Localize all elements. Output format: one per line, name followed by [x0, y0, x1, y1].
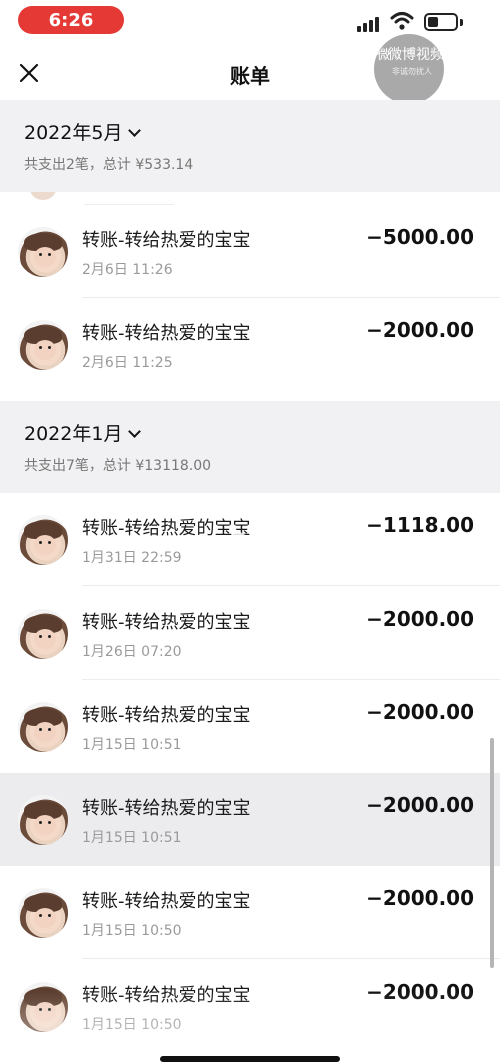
transaction-time: 1月15日 10:51: [82, 830, 182, 846]
avatar: [18, 702, 68, 752]
row-divider: [82, 585, 500, 586]
status-time: 6:26: [18, 6, 124, 34]
battery-tip: [460, 19, 463, 26]
battery-icon: [424, 13, 458, 31]
transaction-title: 转账-转给热爱的宝宝: [82, 891, 251, 912]
scrollbar[interactable]: [490, 738, 494, 968]
transaction-title: 转账-转给热爱的宝宝: [82, 798, 251, 819]
transaction-amount: −2000.00: [366, 607, 474, 631]
nav-bar: 账单: [0, 48, 500, 100]
month-selector[interactable]: 2022年1月: [24, 419, 142, 446]
transaction-title: 转账-转给热爱的宝宝: [82, 323, 251, 344]
month-summary: 共支出2笔，总计 ¥533.14: [24, 157, 194, 173]
transaction-row[interactable]: 转账-转给热爱的宝宝 1月15日 10:51 −2000.00: [0, 680, 500, 773]
transaction-amount: −2000.00: [366, 700, 474, 724]
month-title-text: 2022年5月: [24, 122, 123, 144]
transaction-row[interactable]: 转账-转给热爱的宝宝 1月26日 07:20 −2000.00: [0, 587, 500, 680]
transaction-time: 1月26日 07:20: [82, 644, 182, 660]
transaction-row-selected[interactable]: 转账-转给热爱的宝宝 1月15日 10:51 −2000.00: [0, 773, 500, 866]
transaction-row[interactable]: 转账-转给热爱的宝宝 2月6日 11:25 −2000.00: [0, 298, 500, 391]
transaction-time: 1月31日 22:59: [82, 550, 182, 566]
month-header-january: 2022年1月 共支出7笔，总计 ¥13118.00: [0, 401, 500, 493]
transaction-title: 转账-转给热爱的宝宝: [82, 230, 251, 251]
month-selector[interactable]: 2022年5月: [24, 118, 142, 145]
avatar: [18, 609, 68, 659]
transaction-time: 1月15日 10:51: [82, 737, 182, 753]
transaction-amount: −2000.00: [366, 318, 474, 342]
transaction-amount: −2000.00: [366, 980, 474, 1004]
month-header-may: 2022年5月 共支出2笔，总计 ¥533.14: [0, 100, 500, 192]
wifi-icon: [390, 12, 414, 30]
chevron-down-icon: [128, 124, 142, 137]
transaction-amount: −2000.00: [366, 886, 474, 910]
month-title-text: 2022年1月: [24, 423, 123, 445]
transaction-time: 1月15日 10:50: [82, 923, 182, 939]
page-title: 账单: [230, 64, 270, 88]
transaction-amount: −2000.00: [366, 793, 474, 817]
row-divider: [82, 958, 500, 959]
transaction-amount: −1118.00: [366, 513, 474, 537]
transaction-row[interactable]: 转账-转给热爱的宝宝 1月15日 10:50 −2000.00: [0, 960, 500, 1053]
avatar: [18, 888, 68, 938]
transaction-time: 2月6日 11:26: [82, 262, 173, 278]
avatar: [18, 515, 68, 565]
transaction-amount: −5000.00: [366, 225, 474, 249]
avatar: [18, 982, 68, 1032]
transaction-title: 转账-转给热爱的宝宝: [82, 985, 251, 1006]
chevron-down-icon: [128, 425, 142, 438]
transaction-title: 转账-转给热爱的宝宝: [82, 612, 251, 633]
transaction-title: 转账-转给热爱的宝宝: [82, 518, 251, 539]
cellular-signal-icon: [357, 14, 381, 32]
transaction-time: 2月6日 11:25: [82, 355, 173, 371]
transaction-time: 1月15日 10:50: [82, 1017, 182, 1033]
avatar: [18, 795, 68, 845]
play-icon: [232, 527, 262, 563]
avatar: [18, 320, 68, 370]
transaction-row[interactable]: 转账-转给热爱的宝宝 1月15日 10:50 −2000.00: [0, 866, 500, 959]
month-summary: 共支出7笔，总计 ¥13118.00: [24, 458, 212, 474]
avatar: [18, 227, 68, 277]
transaction-title: 转账-转给热爱的宝宝: [82, 705, 251, 726]
transaction-row[interactable]: 转账-转给热爱的宝宝 2月6日 11:26 −5000.00: [0, 205, 500, 298]
home-indicator[interactable]: [160, 1056, 340, 1062]
